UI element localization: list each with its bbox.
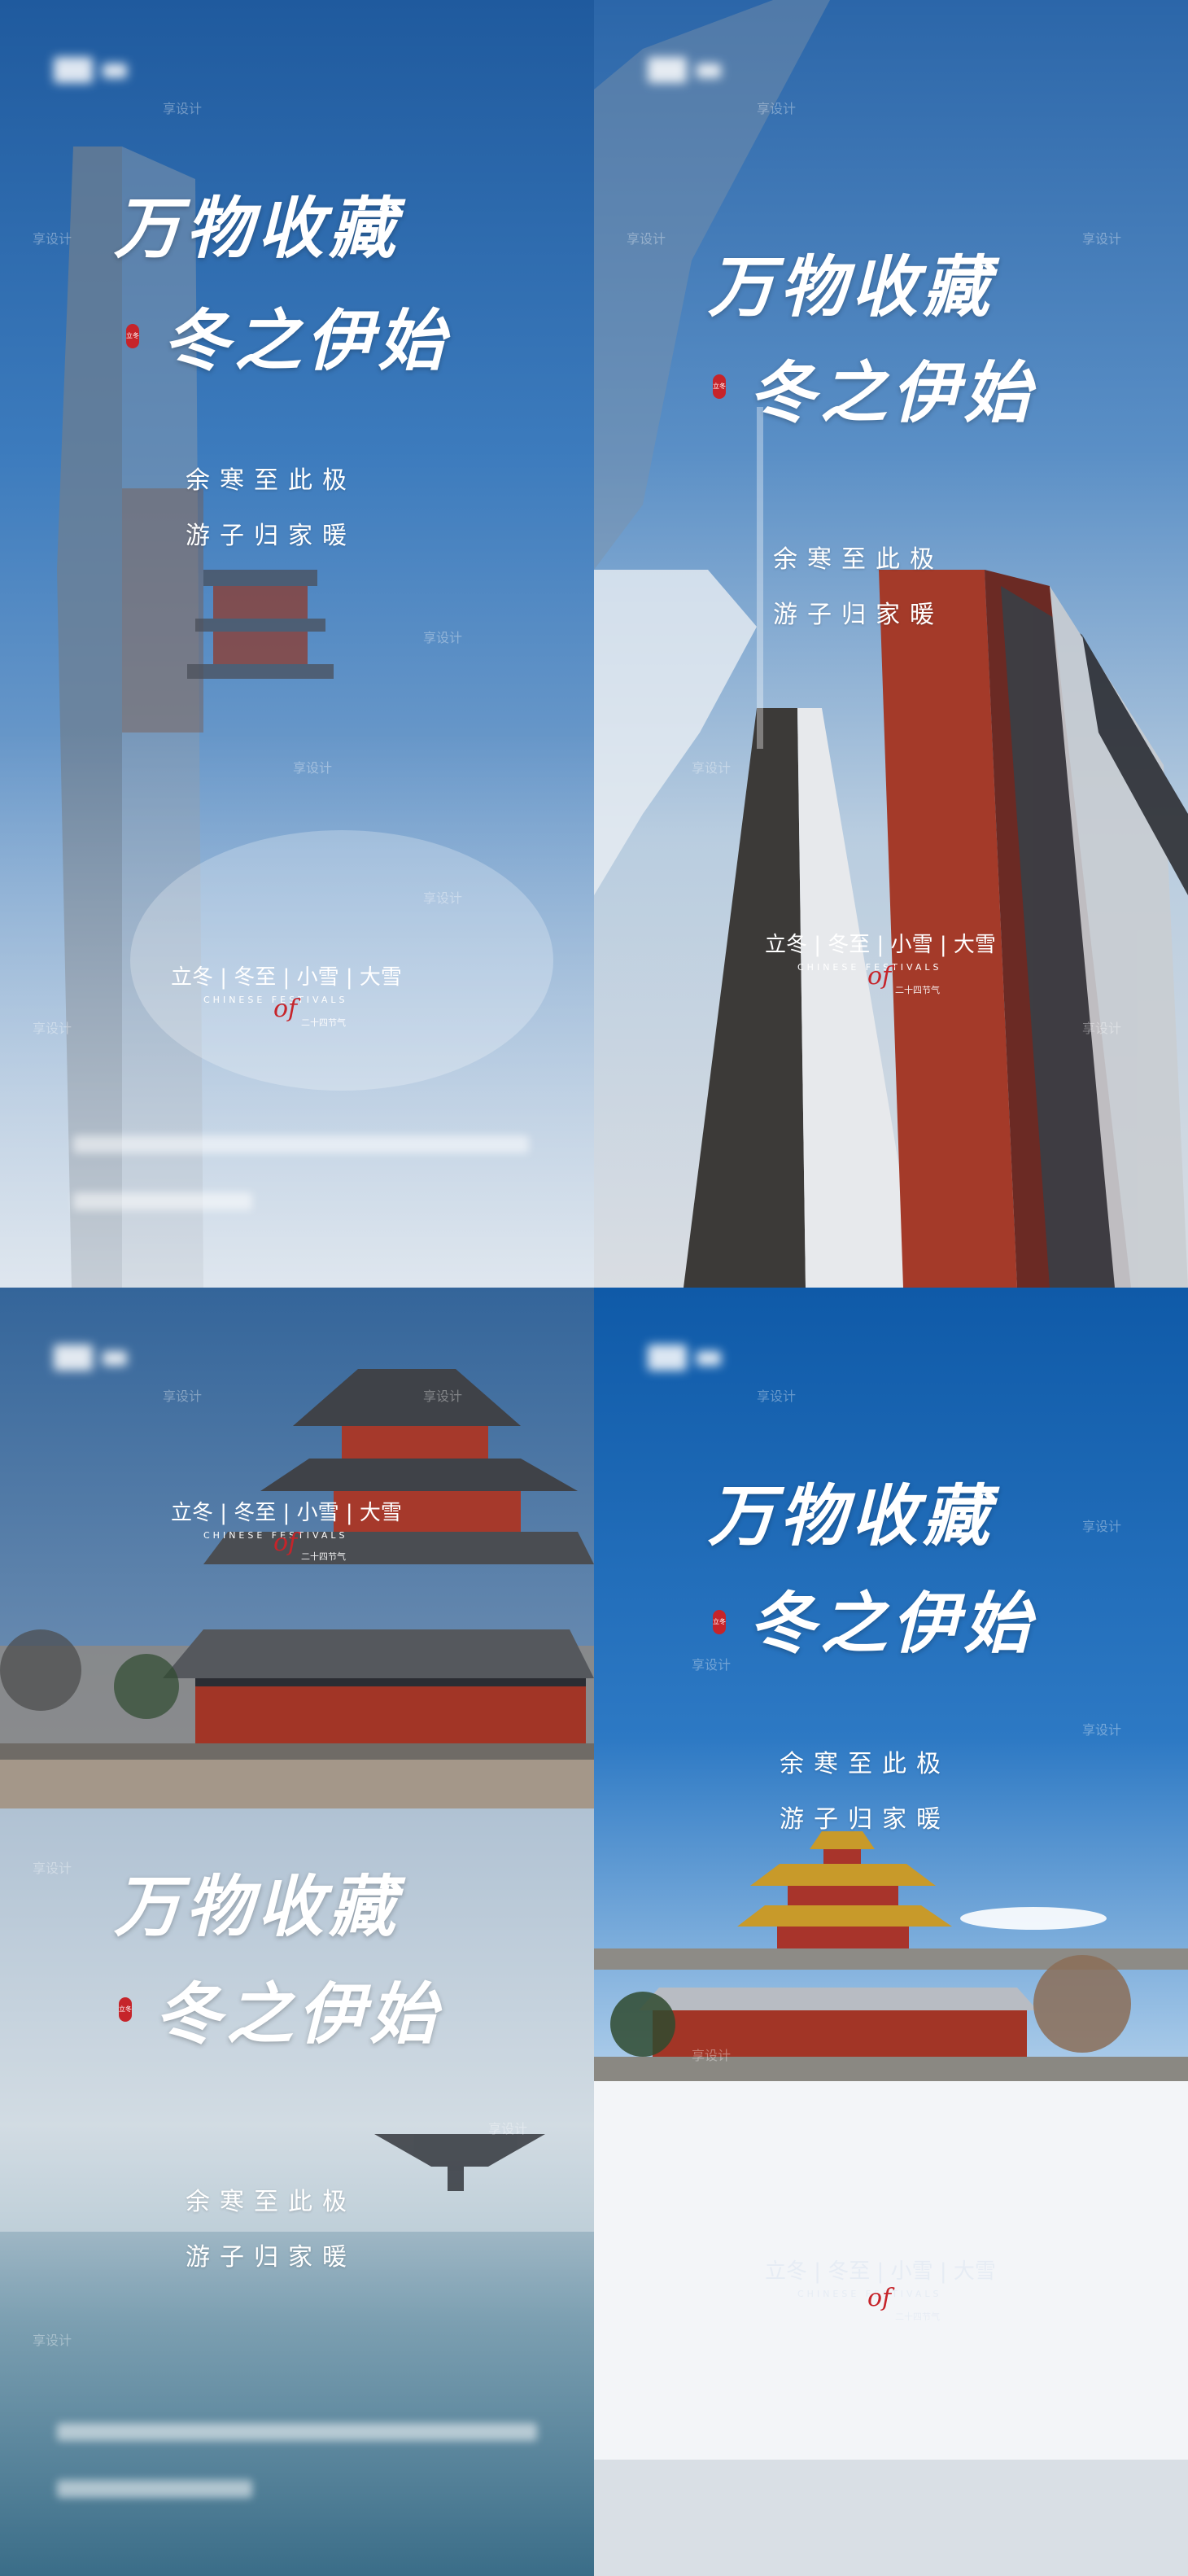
- poster-title-line2: 冬之伊始: [163, 302, 449, 380]
- brand-logo: [54, 57, 135, 90]
- watermark: 享设计: [692, 1657, 732, 1673]
- watermark: 享设计: [163, 101, 203, 116]
- festival-list: 立冬 | 冬至 | 小雪 | 大雪: [171, 965, 402, 990]
- poster-title-line1: 万物收藏: [114, 190, 400, 268]
- footer-info: [57, 2423, 537, 2441]
- footer-phone: [57, 2480, 252, 2498]
- poem-line2: 游子归家暖: [186, 522, 356, 550]
- watermark: 享设计: [757, 1389, 797, 1404]
- poster-title-line1: 万物收藏: [114, 1868, 400, 1946]
- poem-line1: 余寒至此极: [186, 466, 356, 495]
- poster-title-line1: 万物收藏: [708, 248, 994, 326]
- poem-line2: 游子归家暖: [780, 1805, 950, 1834]
- watermark: 享设计: [692, 2048, 732, 2063]
- poem-line1: 余寒至此极: [780, 1750, 950, 1778]
- watermark: 享设计: [488, 2121, 528, 2136]
- watermark: 享设计: [1082, 1519, 1122, 1534]
- watermark: 享设计: [423, 890, 463, 906]
- poem-line2: 游子归家暖: [186, 2243, 356, 2272]
- poster-title-line2: 冬之伊始: [749, 354, 1035, 432]
- watermark: 享设计: [692, 760, 732, 776]
- brand-logo: [648, 1345, 729, 1377]
- poster-title-line1: 万物收藏: [708, 1477, 994, 1555]
- watermark: 享设计: [33, 1021, 72, 1036]
- festival-list: 立冬 | 冬至 | 小雪 | 大雪: [171, 1501, 402, 1525]
- of-script: of: [867, 2284, 892, 2312]
- watermark: 享设计: [423, 630, 463, 645]
- poster-title-line2: 冬之伊始: [749, 1585, 1035, 1663]
- watermark: 享设计: [33, 2333, 72, 2348]
- poster-3: 立冬 | 冬至 | 小雪 | 大雪 CHINESE FESTIVALS of 二…: [0, 1288, 594, 2576]
- poster-4: 万物收藏 立冬 冬之伊始 余寒至此极 游子归家暖 立冬 | 冬至 | 小雪 | …: [594, 1288, 1188, 2576]
- watermark: 享设计: [423, 1389, 463, 1404]
- festival-list: 立冬 | 冬至 | 小雪 | 大雪: [765, 933, 996, 957]
- watermark: 享设计: [1082, 1021, 1122, 1036]
- festival-chinese-sub: 二十四节气: [301, 1551, 346, 1562]
- poem-line2: 游子归家暖: [773, 601, 944, 629]
- poem-line1: 余寒至此极: [186, 2188, 356, 2216]
- brand-logo: [648, 57, 729, 90]
- watermark: 享设计: [1082, 231, 1122, 247]
- poster-title-line2: 冬之伊始: [155, 1975, 441, 2053]
- red-seal: 立冬: [713, 1610, 726, 1634]
- of-script: of: [273, 995, 298, 1023]
- festival-chinese-sub: 二十四节气: [301, 1017, 346, 1028]
- of-script: of: [273, 1529, 298, 1557]
- red-seal: 立冬: [713, 374, 726, 399]
- of-script: of: [867, 962, 892, 991]
- poem-line1: 余寒至此极: [773, 545, 944, 574]
- poster-2-scene: [594, 0, 1188, 1288]
- watermark: 享设计: [627, 231, 666, 247]
- brand-logo: [54, 1345, 135, 1377]
- festival-chinese-sub: 二十四节气: [895, 2311, 940, 2322]
- watermark: 享设计: [33, 1861, 72, 1876]
- footer-info: [73, 1135, 529, 1153]
- footer-phone: [73, 1192, 252, 1210]
- watermark: 享设计: [757, 101, 797, 116]
- festival-list: 立冬 | 冬至 | 小雪 | 大雪: [765, 2259, 996, 2284]
- watermark: 享设计: [33, 231, 72, 247]
- watermark: 享设计: [163, 1389, 203, 1404]
- red-seal: 立冬: [126, 324, 139, 348]
- watermark: 享设计: [293, 760, 333, 776]
- festival-chinese-sub: 二十四节气: [895, 985, 940, 995]
- poster-1: 万物收藏 立冬 冬之伊始 余寒至此极 游子归家暖 立冬 | 冬至 | 小雪 | …: [0, 0, 594, 1288]
- red-seal: 立冬: [119, 1997, 132, 2022]
- watermark: 享设计: [1082, 1722, 1122, 1738]
- poster-2: 万物收藏 立冬 冬之伊始 余寒至此极 游子归家暖 立冬 | 冬至 | 小雪 | …: [594, 0, 1188, 1288]
